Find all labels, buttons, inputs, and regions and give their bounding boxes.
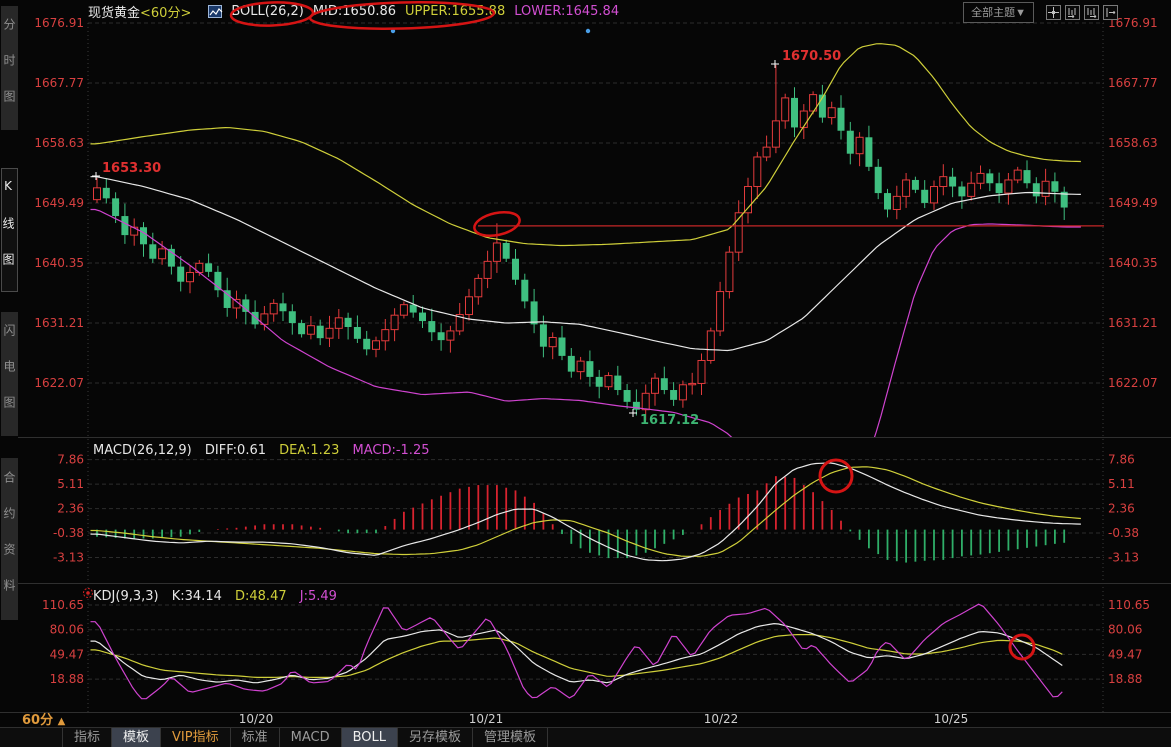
tab-indicators[interactable]: 指标: [62, 728, 112, 747]
svg-text:18.88: 18.88: [1108, 672, 1142, 686]
kdj-title: KDJ(9,3,3): [93, 589, 159, 604]
chart-controls: 全部主题▼: [963, 2, 1118, 23]
macd-pane: [91, 463, 1081, 563]
zoom-out-icon[interactable]: [1065, 5, 1080, 20]
svg-text:1649.49: 1649.49: [1108, 196, 1158, 210]
svg-text:7.86: 7.86: [57, 453, 84, 467]
svg-text:5.11: 5.11: [1108, 477, 1135, 491]
svg-text:80.06: 80.06: [1108, 623, 1142, 637]
svg-text:10/21: 10/21: [469, 712, 504, 726]
blue-dot-marker: [586, 29, 590, 33]
candles: [94, 65, 1068, 420]
svg-text:7.86: 7.86: [1108, 453, 1135, 467]
period-selector-label: 60分: [22, 713, 53, 728]
svg-text:49.47: 49.47: [50, 647, 84, 661]
macd-diff-value: DIFF:0.61: [205, 443, 266, 458]
bollinger-bands: [91, 44, 1081, 534]
svg-text:1667.77: 1667.77: [34, 76, 84, 90]
boll-indicator-label: BOLL(26,2): [231, 4, 304, 19]
macd-macd-value: MACD:-1.25: [353, 443, 430, 458]
blue-dot-marker: [391, 29, 395, 33]
svg-text:1640.35: 1640.35: [1108, 256, 1158, 270]
svg-text:10/22: 10/22: [704, 712, 739, 726]
macd-dea-value: DEA:1.23: [279, 443, 339, 458]
svg-text:110.65: 110.65: [42, 598, 84, 612]
trading-app: 分时图 K线图 闪电图 合约资料 1676.911676.911667.7716…: [0, 0, 1171, 747]
kdj-j-value: J:5.49: [300, 589, 337, 604]
chart-canvas[interactable]: 1676.911676.911667.771667.771658.631658.…: [0, 0, 1171, 747]
svg-text:1676.91: 1676.91: [34, 16, 84, 30]
svg-text:1631.21: 1631.21: [1108, 316, 1158, 330]
zoom-in-icon[interactable]: [1084, 5, 1099, 20]
svg-text:5.11: 5.11: [57, 477, 84, 491]
svg-text:1622.07: 1622.07: [1108, 376, 1158, 390]
svg-text:1622.07: 1622.07: [34, 376, 84, 390]
price-marker-label: 1670.50: [782, 49, 841, 64]
divider-macd-kdj: [18, 583, 1171, 584]
chart-header: 现货黄金 <60分> BOLL(26,2) MID:1650.86 UPPER:…: [88, 3, 628, 20]
cross-marker-icon: [92, 172, 100, 180]
tab-vip-indicators[interactable]: VIP指标: [161, 728, 231, 747]
kdj-d-value: D:48.47: [235, 589, 287, 604]
boll-upper-value: UPPER:1655.88: [405, 4, 505, 19]
svg-text:49.47: 49.47: [1108, 647, 1142, 661]
svg-text:1649.49: 1649.49: [34, 196, 84, 210]
macd-pane-header: MACD(26,12,9) DIFF:0.61 DEA:1.23 MACD:-1…: [93, 443, 438, 458]
svg-text:10/25: 10/25: [934, 712, 969, 726]
crosshair-icon[interactable]: [1046, 5, 1061, 20]
chevron-up-icon: ▲: [58, 716, 66, 727]
boll-lower-value: LOWER:1645.84: [514, 4, 619, 19]
bottom-toolbar: 指标 模板 VIP指标 标准 MACD BOLL 另存模板 管理模板: [0, 728, 1171, 747]
svg-text:-3.13: -3.13: [53, 550, 84, 564]
svg-text:18.88: 18.88: [50, 672, 84, 686]
svg-text:1667.77: 1667.77: [1108, 76, 1158, 90]
tab-standard[interactable]: 标准: [231, 728, 280, 747]
price-marker-label: 1617.12: [640, 413, 699, 428]
period-selector[interactable]: 60分 ▲: [22, 709, 65, 728]
tab-templates[interactable]: 模板: [112, 728, 161, 747]
svg-text:-3.13: -3.13: [1108, 550, 1139, 564]
kdj-k-value: K:34.14: [172, 589, 222, 604]
cross-marker-icon: [629, 409, 637, 417]
divider-kdj-datebar: [0, 712, 1171, 713]
macd-title: MACD(26,12,9): [93, 443, 192, 458]
kdj-settings-icon[interactable]: [84, 589, 93, 598]
svg-text:1640.35: 1640.35: [34, 256, 84, 270]
kdj-pane: [91, 604, 1063, 699]
svg-text:1658.63: 1658.63: [1108, 136, 1158, 150]
kdj-pane-header: KDJ(9,3,3) K:34.14 D:48.47 J:5.49: [93, 589, 346, 604]
svg-text:10/20: 10/20: [239, 712, 274, 726]
tab-macd[interactable]: MACD: [280, 728, 342, 747]
boll-mid-value: MID:1650.86: [313, 4, 396, 19]
mini-chart-icon: [208, 5, 222, 18]
divider-main-macd: [18, 437, 1171, 438]
svg-text:1658.63: 1658.63: [34, 136, 84, 150]
theme-dropdown[interactable]: 全部主题▼: [963, 2, 1034, 23]
svg-text:110.65: 110.65: [1108, 598, 1150, 612]
gridlines: 1676.911676.911667.771667.771658.631658.…: [34, 16, 1157, 726]
tab-boll[interactable]: BOLL: [342, 728, 398, 747]
symbol-label: 现货黄金: [88, 2, 140, 21]
period-label: <60分>: [140, 2, 191, 21]
svg-text:-0.38: -0.38: [1108, 526, 1139, 540]
svg-text:2.36: 2.36: [1108, 502, 1135, 516]
svg-text:2.36: 2.36: [57, 502, 84, 516]
tab-manage-templates[interactable]: 管理模板: [473, 728, 548, 747]
svg-text:80.06: 80.06: [50, 623, 84, 637]
svg-text:-0.38: -0.38: [53, 526, 84, 540]
price-marker-label: 1653.30: [102, 161, 161, 176]
tab-save-template[interactable]: 另存模板: [398, 728, 473, 747]
svg-text:1631.21: 1631.21: [34, 316, 84, 330]
cross-marker-icon: [771, 60, 779, 68]
fullscreen-icon[interactable]: [1103, 5, 1118, 20]
